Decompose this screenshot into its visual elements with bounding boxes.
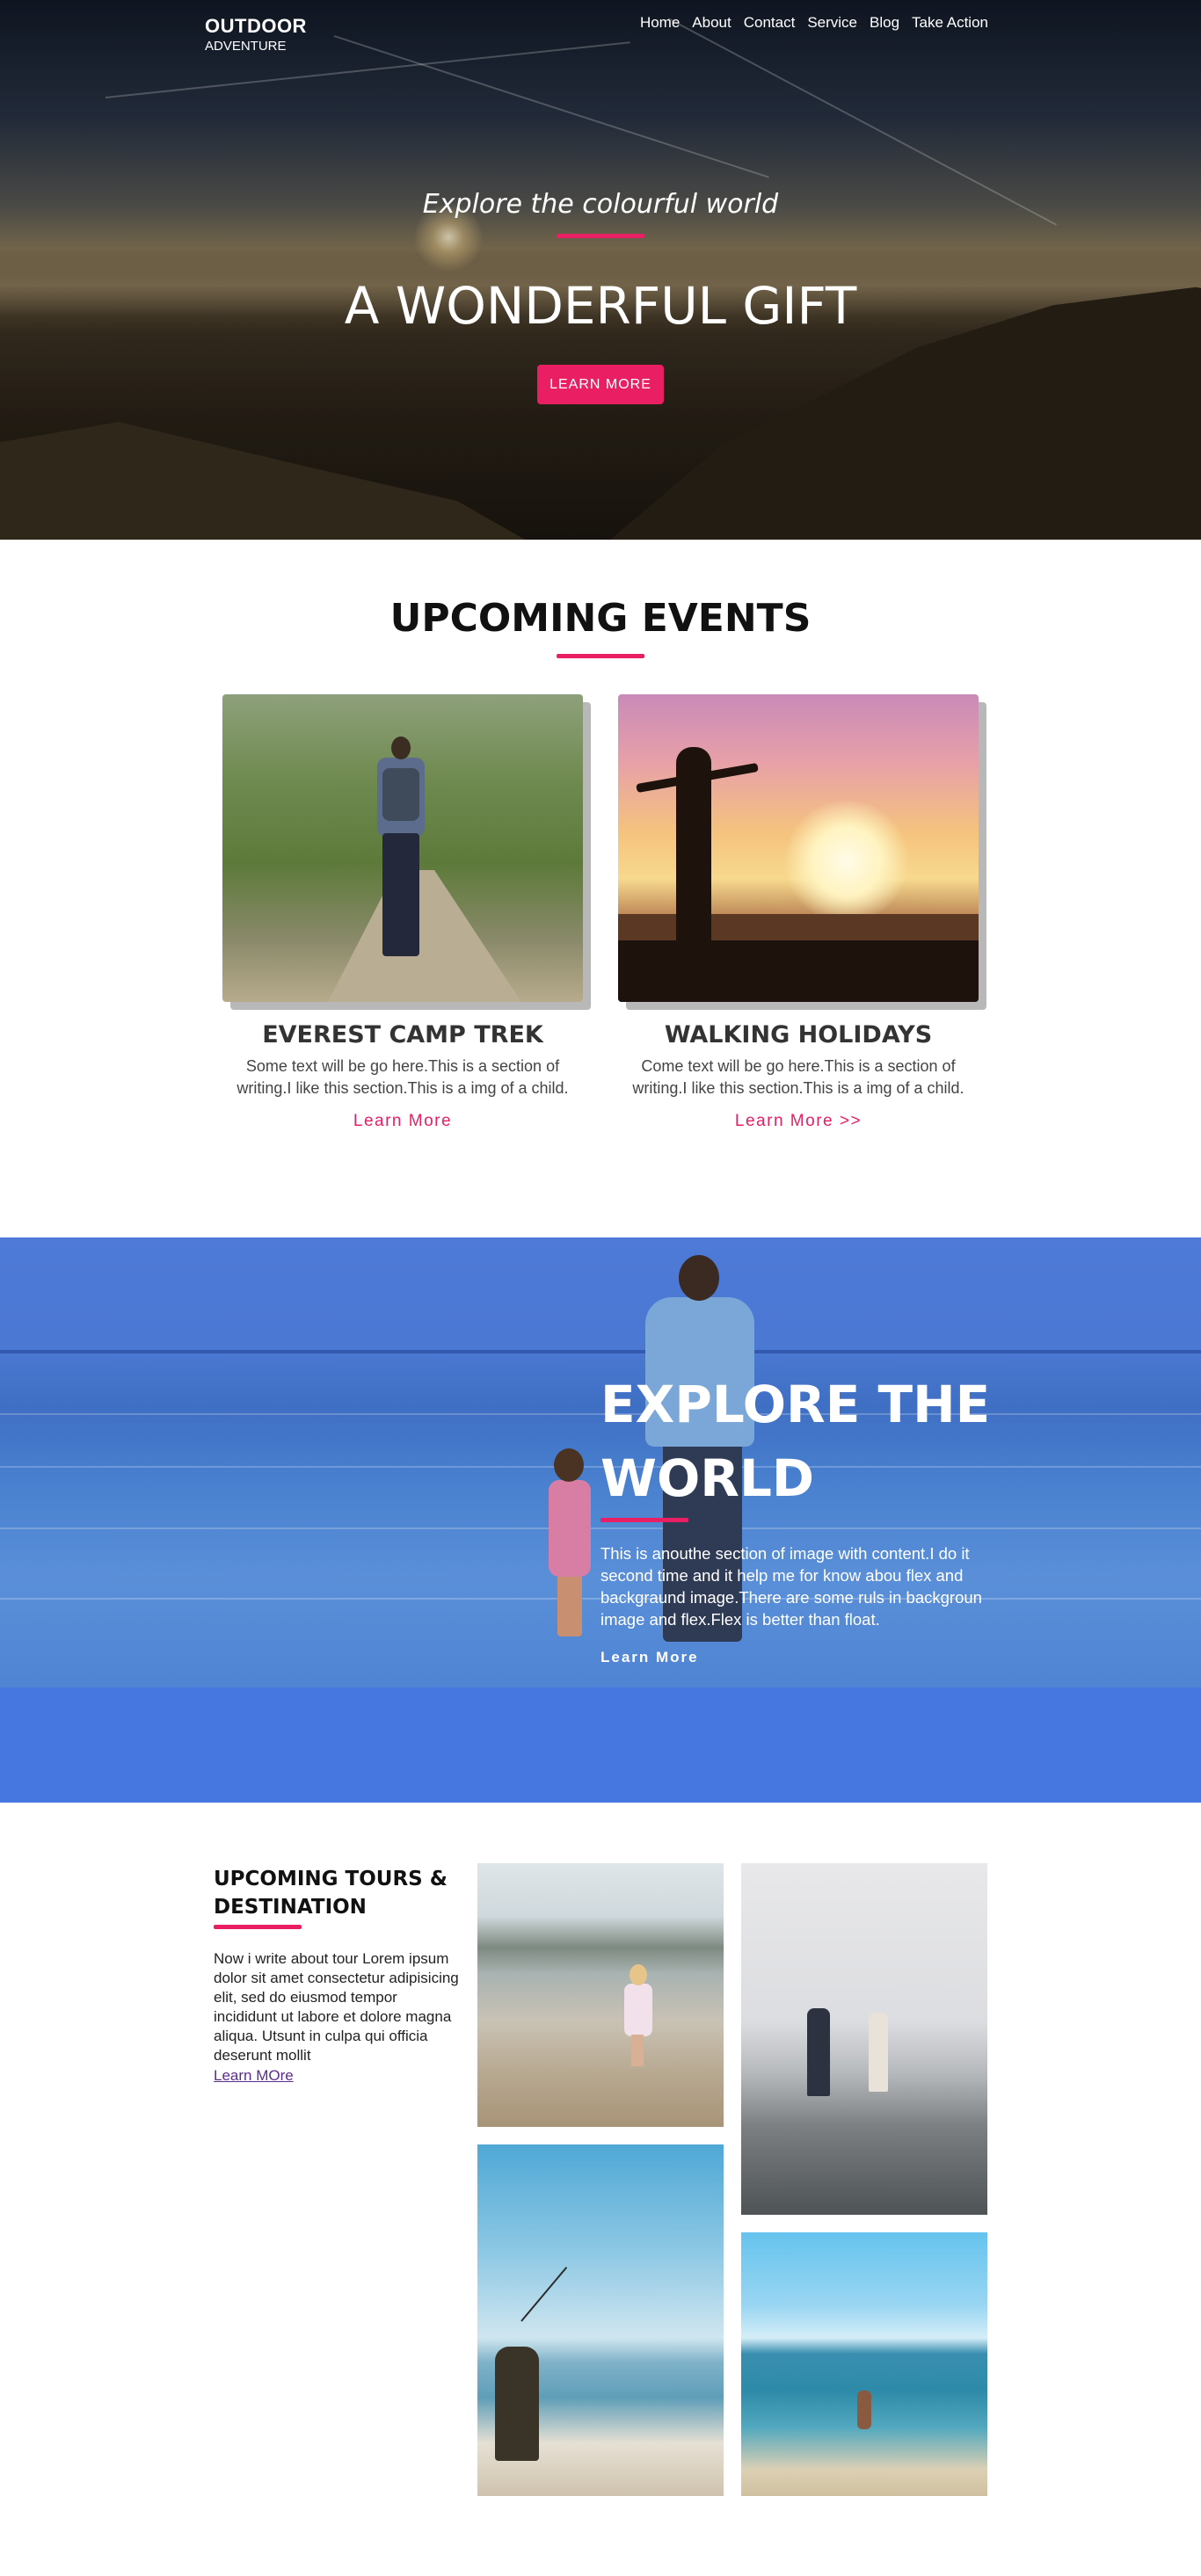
events-divider [557, 654, 644, 658]
tour-photo-couple [741, 1863, 987, 2215]
silhouette-figure [676, 747, 711, 949]
tour-photo-fisherman [477, 2144, 724, 2496]
hero-divider [557, 234, 644, 238]
hiker-figure [370, 737, 432, 965]
child-figure [543, 1448, 596, 1642]
nav-blog[interactable]: Blog [870, 14, 899, 32]
event-image-trek [222, 694, 583, 1002]
explore-divider [600, 1518, 688, 1522]
horizon [0, 1350, 1201, 1353]
pier [618, 940, 979, 1002]
hero-section: OUTDOOR ADVENTURE Home About Contact Ser… [0, 0, 1201, 540]
tours-learn-more-link[interactable]: Learn MOre [214, 2067, 294, 2085]
tour-photo-beach-child [477, 1863, 724, 2127]
logo-line-1: OUTDOOR [205, 15, 307, 37]
explore-title: EXPLORE THE WORLD [600, 1375, 991, 1508]
explore-learn-more-link[interactable]: Learn More [600, 1649, 699, 1666]
event-text: Some text will be go here.This is a sect… [237, 1057, 569, 1097]
main-nav: Home About Contact Service Blog Take Act… [640, 14, 988, 32]
tours-text: Now i write about tour Lorem ipsum dolor… [214, 1950, 459, 2064]
nav-service[interactable]: Service [807, 14, 857, 32]
event-title: WALKING HOLIDAYS [664, 1021, 933, 1049]
event-text: Come text will be go here.This is a sect… [632, 1057, 964, 1097]
nav-about[interactable]: About [692, 14, 731, 32]
event-image-walking [618, 694, 979, 1002]
tours-divider [214, 1925, 302, 1929]
wave [0, 1527, 1201, 1529]
events-heading: UPCOMING EVENTS [389, 596, 812, 641]
hero-subtitle: Explore the colourful world [422, 189, 779, 220]
nav-take-action[interactable]: Take Action [912, 14, 988, 32]
sunset-sun [785, 800, 908, 923]
sea [618, 914, 979, 940]
tour-photo-swimmer [741, 2232, 987, 2496]
hero-title: A WONDERFUL GIFT [344, 276, 857, 336]
hero-overlay [0, 0, 1201, 540]
learn-more-button[interactable]: LEARN MORE [537, 365, 664, 404]
beach-band [0, 1687, 1201, 1803]
site-logo[interactable]: OUTDOOR ADVENTURE [205, 15, 307, 54]
event-title: EVEREST CAMP TREK [262, 1021, 543, 1049]
nav-home[interactable]: Home [640, 14, 680, 32]
tours-heading: UPCOMING TOURS & DESTINATION [214, 1868, 448, 1919]
logo-line-2: ADVENTURE [205, 39, 287, 54]
event-learn-more-link[interactable]: Learn More >> [618, 1112, 979, 1131]
nav-contact[interactable]: Contact [744, 14, 796, 32]
event-learn-more-link[interactable]: Learn More [222, 1112, 583, 1131]
explore-text: This is anouthe section of image with co… [600, 1544, 982, 1629]
